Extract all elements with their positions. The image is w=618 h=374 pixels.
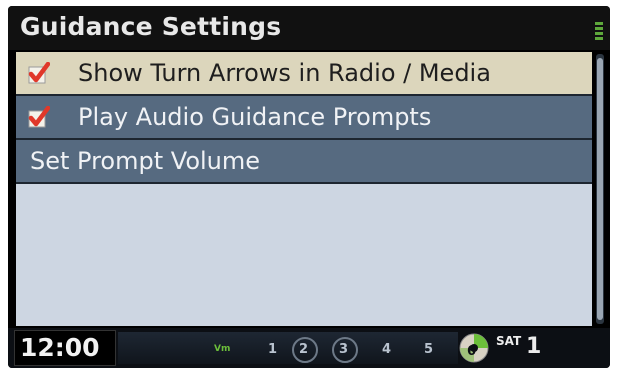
checkmark-icon (28, 62, 50, 84)
source-number: 1 (526, 334, 542, 359)
checkmark-icon (28, 106, 50, 128)
menu-item-label: Show Turn Arrows in Radio / Media (78, 59, 491, 87)
source-label: SAT (496, 334, 522, 348)
settings-list: Show Turn Arrows in Radio / Media Play A… (16, 52, 592, 326)
menu-item-show-turn-arrows[interactable]: Show Turn Arrows in Radio / Media (16, 52, 592, 96)
scrollbar-thumb[interactable] (597, 58, 603, 320)
active-disc-number: 6 (467, 344, 477, 359)
preset-5[interactable]: 5 (424, 342, 433, 357)
clock: 12:00 (14, 330, 116, 366)
menu-item-label: Play Audio Guidance Prompts (78, 103, 432, 131)
page-title: Guidance Settings (20, 12, 282, 41)
status-bar: 12:00 Vm 1 2 3 4 5 6 SAT 1 (8, 328, 610, 368)
preset-1[interactable]: 1 (268, 342, 277, 357)
preset-4[interactable]: 4 (382, 342, 391, 357)
signal-strength-icon (594, 22, 604, 44)
menu-item-set-prompt-volume[interactable]: Set Prompt Volume (16, 140, 592, 184)
vm-indicator: Vm (214, 344, 231, 354)
menu-item-play-audio-prompts[interactable]: Play Audio Guidance Prompts (16, 96, 592, 140)
preset-2[interactable]: 2 (299, 342, 308, 357)
preset-band: Vm 1 2 3 4 5 (118, 332, 458, 364)
menu-item-label: Set Prompt Volume (30, 147, 261, 175)
preset-3[interactable]: 3 (339, 342, 348, 357)
header-bar: Guidance Settings (8, 6, 610, 50)
clock-time: 12:00 (20, 333, 100, 362)
navigation-screen: Guidance Settings Show Turn Arrows in Ra… (8, 6, 610, 368)
scrollbar[interactable] (596, 54, 604, 324)
